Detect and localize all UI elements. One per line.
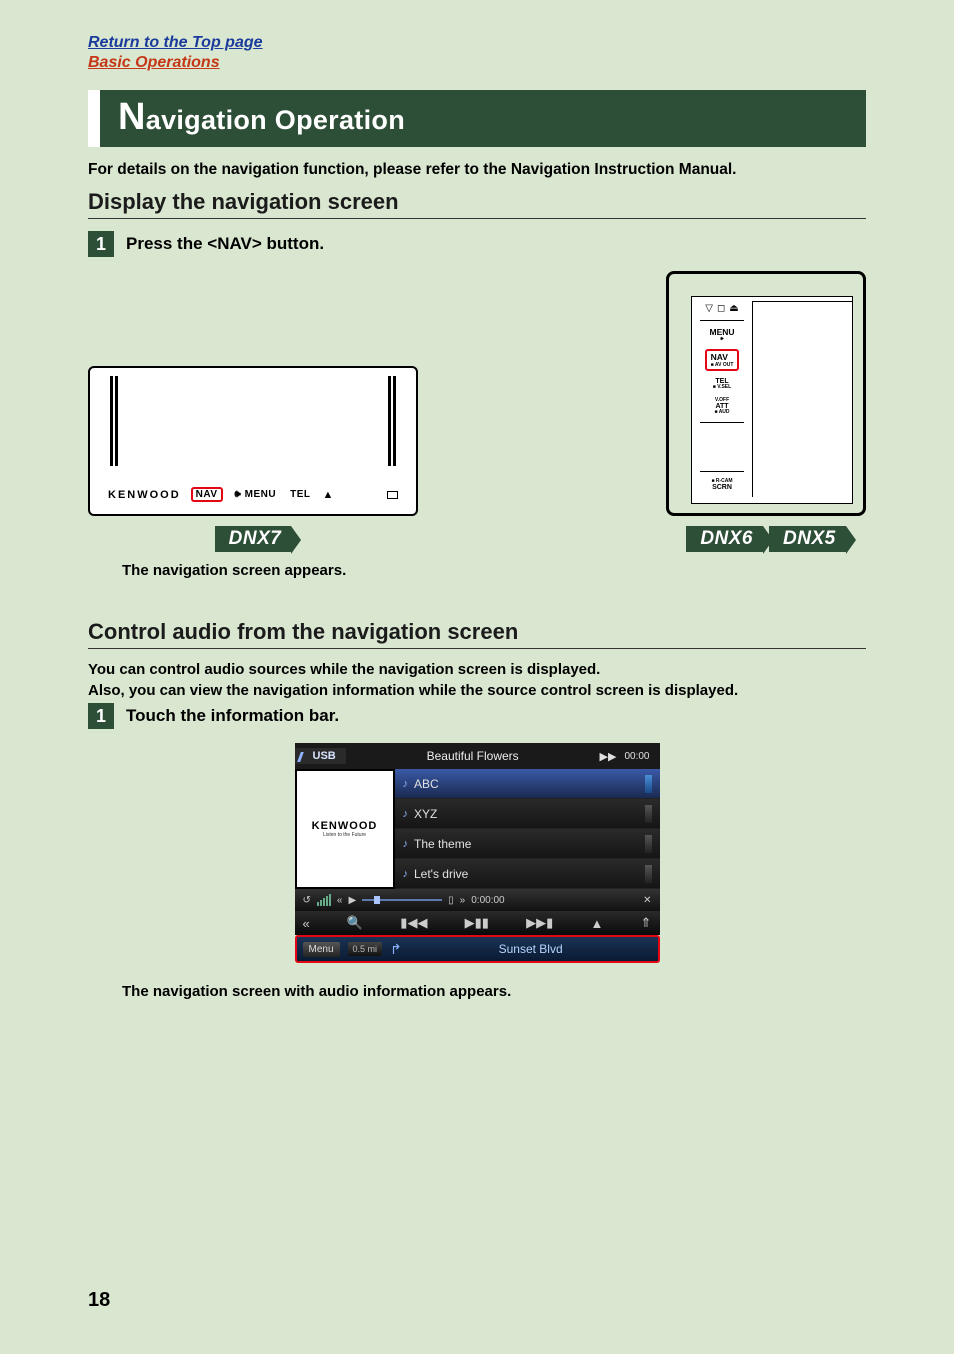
square-icon: ◻ bbox=[717, 303, 725, 314]
step-instruction: Touch the information bar. bbox=[126, 706, 339, 726]
dnx65-device-diagram: ▽ ◻ ⏏ MENU🕪 NAV■ AV OUT TEL■ V.SEL V.OFF… bbox=[666, 271, 866, 516]
menu-button: Menu bbox=[303, 942, 340, 957]
nav-button-highlighted: NAV bbox=[191, 487, 223, 502]
eject-icon: ⏏ bbox=[729, 303, 738, 314]
tel-button-label: TEL bbox=[288, 488, 312, 501]
section-title: Navigation Operation bbox=[88, 90, 866, 147]
music-note-icon: ♪ bbox=[403, 778, 409, 790]
road-name: Sunset Blvd bbox=[410, 942, 652, 956]
step-number: 1 bbox=[88, 703, 114, 729]
body-text-1: You can control audio sources while the … bbox=[88, 661, 866, 678]
scrn-label: SCRN bbox=[712, 484, 732, 491]
dnx5-badge: DNX5 bbox=[769, 526, 846, 552]
track-list: ♪ABC ♪XYZ ♪The theme ♪Let's drive bbox=[395, 769, 660, 889]
eject-icon: ▲ bbox=[590, 916, 603, 931]
music-note-icon: ♪ bbox=[403, 808, 409, 820]
search-icon: 🔍 bbox=[347, 915, 363, 931]
kenwood-logo: KENWOOD bbox=[312, 820, 378, 832]
player-screenshot: USB Beautiful Flowers ▶▶ 00:00 KENWOOD L… bbox=[295, 743, 660, 963]
title-rest: avigation Operation bbox=[146, 105, 405, 135]
shuffle-icon: ✕ bbox=[643, 895, 651, 906]
step-number: 1 bbox=[88, 231, 114, 257]
progress-line bbox=[362, 899, 442, 901]
page-number: 18 bbox=[88, 1289, 110, 1312]
music-note-icon: ♪ bbox=[403, 868, 409, 880]
navigation-info-bar: Menu 0.5 mi ↱ Sunset Blvd bbox=[295, 935, 660, 963]
menu-button-label: 🕪 MENU bbox=[233, 488, 279, 501]
position-angle-icon: » bbox=[460, 895, 466, 906]
album-art-area: KENWOOD Listen to the Future bbox=[295, 769, 395, 889]
pointer-icon: « bbox=[337, 895, 343, 906]
track-row: ♪Let's drive bbox=[395, 859, 660, 889]
dnx7-badge: DNX7 bbox=[215, 526, 292, 552]
return-top-link[interactable]: Return to the Top page bbox=[88, 34, 866, 52]
clock-time: 00:00 bbox=[624, 751, 649, 762]
triangle-icon: ▽ bbox=[705, 303, 713, 314]
track-row: ♪ABC bbox=[395, 769, 660, 799]
dnx6-badge: DNX6 bbox=[686, 526, 763, 552]
body-text-2: Also, you can view the navigation inform… bbox=[88, 682, 866, 699]
dnx7-device-diagram: KENWOOD NAV 🕪 MENU TEL ▲ bbox=[88, 366, 418, 516]
play-icon: ▶ bbox=[348, 895, 356, 906]
subheading-display-nav: Display the navigation screen bbox=[88, 189, 866, 219]
turn-arrow-icon: ↱ bbox=[390, 941, 402, 958]
display-icon bbox=[387, 491, 398, 499]
step-instruction: Press the <NAV> button. bbox=[126, 234, 324, 254]
prev-track-icon: ▮◀◀ bbox=[400, 915, 427, 931]
fast-forward-icon: ▶▶ bbox=[600, 750, 617, 763]
eject-icon: ▲ bbox=[322, 489, 333, 501]
position-icon: ▯ bbox=[448, 895, 454, 906]
up-icon: ⇑ bbox=[641, 915, 652, 931]
loop-icon: ↺ bbox=[303, 895, 311, 906]
track-row: ♪XYZ bbox=[395, 799, 660, 829]
result-text-2: The navigation screen with audio informa… bbox=[122, 983, 866, 1000]
back-all-icon: « bbox=[303, 916, 310, 931]
intro-text: For details on the navigation function, … bbox=[88, 161, 866, 179]
title-prefix: N bbox=[118, 96, 146, 138]
basic-ops-link[interactable]: Basic Operations bbox=[88, 54, 866, 72]
position-time: 0:00:00 bbox=[471, 895, 504, 906]
nav-button-highlighted: NAV■ AV OUT bbox=[705, 349, 740, 371]
kenwood-logo: KENWOOD bbox=[108, 489, 181, 501]
song-title: Beautiful Flowers bbox=[354, 749, 592, 763]
track-row: ♪The theme bbox=[395, 829, 660, 859]
subheading-control-audio: Control audio from the navigation screen bbox=[88, 619, 866, 649]
next-track-icon: ▶▶▮ bbox=[526, 915, 553, 931]
result-text: The navigation screen appears. bbox=[122, 562, 866, 579]
play-pause-icon: ▶▮▮ bbox=[465, 915, 489, 931]
music-note-icon: ♪ bbox=[403, 838, 409, 850]
source-tab: USB bbox=[295, 748, 346, 764]
kenwood-tagline: Listen to the Future bbox=[323, 832, 366, 838]
distance-indicator: 0.5 mi bbox=[348, 942, 383, 956]
volume-bars-icon bbox=[317, 894, 331, 906]
